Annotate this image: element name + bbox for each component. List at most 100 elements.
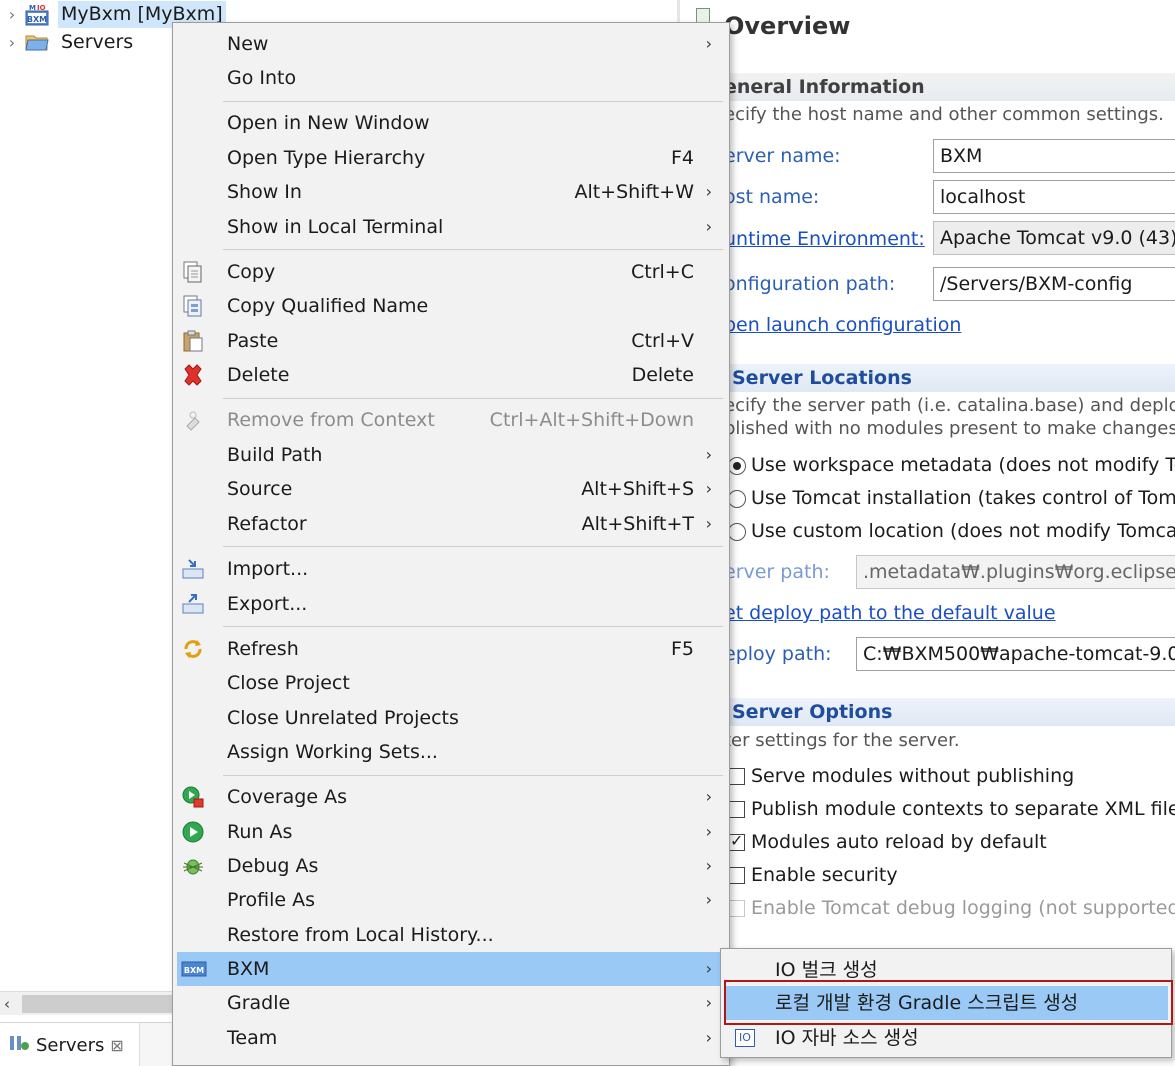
- tab-servers[interactable]: Servers ⊠: [0, 1023, 140, 1066]
- menu-item-delete[interactable]: Delete Delete: [177, 358, 726, 392]
- menu-item-label: Close Unrelated Projects: [227, 707, 459, 729]
- runtime-environment-link[interactable]: untime Environment:: [724, 228, 925, 250]
- menu-item-label: IO 자바 소스 생성: [775, 1027, 919, 1049]
- copy-qualified-name-icon: [181, 294, 205, 318]
- menu-item-open-type-hierarchy[interactable]: Open Type Hierarchy F4: [177, 141, 726, 175]
- menu-item-label: Profile As: [227, 889, 316, 911]
- section-server-locations-heading[interactable]: Server Locations: [724, 364, 1175, 392]
- menu-accelerator: Alt+Shift+S: [581, 478, 694, 500]
- open-launch-configuration-link[interactable]: pen launch configuration: [724, 314, 961, 336]
- menu-item-import[interactable]: Import...: [177, 552, 726, 586]
- menu-item-profile-as[interactable]: Profile As ›: [177, 883, 726, 917]
- section-general-description: ecify the host name and other common set…: [724, 104, 1164, 125]
- run-icon: [181, 820, 205, 844]
- menu-item-label: Coverage As: [227, 786, 347, 808]
- menu-item-label: Refresh: [227, 638, 299, 660]
- menu-item-label: Copy Qualified Name: [227, 295, 429, 317]
- menu-item-coverage-as[interactable]: Coverage As ›: [177, 780, 726, 814]
- runtime-environment-select[interactable]: Apache Tomcat v9.0 (43): [933, 221, 1175, 255]
- menu-item-label: Gradle: [227, 992, 291, 1014]
- radio-custom-location[interactable]: Use custom location (does not modify Tom…: [728, 520, 1175, 542]
- deploy-path-label: eploy path:: [724, 643, 832, 665]
- menu-item-copy-qualified-name[interactable]: Copy Qualified Name: [177, 289, 726, 323]
- radio-button[interactable]: [728, 522, 746, 541]
- io-icon: IO: [735, 1029, 755, 1047]
- menu-item-refactor[interactable]: Refactor Alt+Shift+T ›: [177, 507, 726, 541]
- host-name-label: ost name:: [724, 186, 820, 208]
- submenu-arrow-icon: ›: [705, 890, 712, 909]
- menu-item-refresh[interactable]: Refresh F5: [177, 632, 726, 666]
- checkbox[interactable]: [728, 801, 745, 818]
- menu-item-bxm[interactable]: BXM BXM ›: [177, 952, 726, 986]
- radio-tomcat-installation[interactable]: Use Tomcat installation (takes control o…: [728, 487, 1175, 509]
- menu-item-source[interactable]: Source Alt+Shift+S ›: [177, 472, 726, 506]
- set-deploy-path-default-link[interactable]: et deploy path to the default value: [724, 602, 1056, 624]
- checkbox-auto-reload[interactable]: Modules auto reload by default: [728, 831, 1047, 853]
- scrollbar-thumb[interactable]: [22, 995, 172, 1013]
- radio-button[interactable]: [728, 456, 746, 475]
- menu-item-label: Open Type Hierarchy: [227, 147, 426, 169]
- radio-workspace-metadata[interactable]: Use workspace metadata (does not modify …: [728, 454, 1175, 476]
- section-server-options-heading[interactable]: Server Options: [724, 698, 1175, 726]
- checkbox[interactable]: [728, 831, 745, 851]
- host-name-field[interactable]: localhost: [933, 180, 1175, 214]
- menu-item-team[interactable]: Team ›: [177, 1021, 726, 1055]
- close-tab-icon[interactable]: ⊠: [110, 1036, 123, 1055]
- menu-item-close-project[interactable]: Close Project: [177, 666, 726, 700]
- scroll-left-icon[interactable]: ‹: [4, 992, 10, 1016]
- context-menu: New › Go Into Open in New Window Open Typ…: [172, 22, 730, 1066]
- menu-item-gradle[interactable]: Gradle ›: [177, 986, 726, 1020]
- menu-item-go-into[interactable]: Go Into: [177, 61, 726, 95]
- deploy-path-field[interactable]: C:₩BXM500₩apache-tomcat-9.0.36₩: [856, 637, 1175, 671]
- expand-arrow-icon[interactable]: ›: [0, 33, 24, 52]
- checkbox[interactable]: [728, 768, 745, 785]
- bxm-project-icon: BXM M IO: [24, 3, 50, 26]
- tree-item-label[interactable]: Servers: [58, 29, 136, 56]
- import-icon: [181, 557, 205, 581]
- menu-item-paste[interactable]: Paste Ctrl+V: [177, 324, 726, 358]
- servers-view-icon: [8, 1033, 30, 1058]
- menu-item-show-local-terminal[interactable]: Show in Local Terminal ›: [177, 210, 726, 244]
- horizontal-scrollbar[interactable]: ‹: [0, 991, 172, 1015]
- page-title: Overview: [724, 12, 851, 40]
- checkbox[interactable]: [728, 867, 745, 884]
- menu-item-label: Assign Working Sets...: [227, 741, 438, 763]
- tree-item-servers[interactable]: › Servers: [0, 28, 136, 56]
- configuration-path-field[interactable]: /Servers/BXM-config: [933, 267, 1175, 301]
- menu-accelerator: F5: [670, 638, 694, 660]
- radio-button[interactable]: [728, 489, 746, 508]
- expand-arrow-icon[interactable]: ›: [0, 5, 24, 24]
- checkbox-separate-xml[interactable]: Publish module contexts to separate XML …: [728, 798, 1175, 820]
- submenu-arrow-icon: ›: [705, 787, 712, 806]
- menu-item-show-in[interactable]: Show In Alt+Shift+W ›: [177, 175, 726, 209]
- menu-item-copy[interactable]: Copy Ctrl+C: [177, 255, 726, 289]
- menu-item-label: Restore from Local History...: [227, 924, 494, 946]
- section-general-heading[interactable]: eneral Information: [724, 73, 1175, 101]
- menu-item-open-new-window[interactable]: Open in New Window: [177, 106, 726, 140]
- coverage-icon: [181, 785, 205, 809]
- menu-item-new[interactable]: New ›: [177, 27, 726, 61]
- menu-item-close-unrelated-projects[interactable]: Close Unrelated Projects: [177, 701, 726, 735]
- copy-icon: [181, 260, 205, 284]
- svg-text:IO: IO: [37, 4, 46, 12]
- checkbox-debug-logging: Enable Tomcat debug logging (not support…: [728, 897, 1175, 919]
- menu-item-build-path[interactable]: Build Path ›: [177, 438, 726, 472]
- menu-item-label: Show In: [227, 181, 302, 203]
- menu-item-label: Copy: [227, 261, 276, 283]
- menu-item-run-as[interactable]: Run As ›: [177, 815, 726, 849]
- menu-item-assign-working-sets[interactable]: Assign Working Sets...: [177, 735, 726, 769]
- menu-item-export[interactable]: Export...: [177, 587, 726, 621]
- checkbox-enable-security[interactable]: Enable security: [728, 864, 898, 886]
- checkbox-serve-without-publishing[interactable]: Serve modules without publishing: [728, 765, 1074, 787]
- submenu-arrow-icon: ›: [705, 479, 712, 498]
- server-name-field[interactable]: BXM: [933, 139, 1175, 173]
- menu-item-restore-local-history[interactable]: Restore from Local History...: [177, 918, 726, 952]
- menu-separator: [223, 101, 723, 102]
- server-path-label: erver path:: [724, 561, 830, 583]
- submenu-item-io-java-source-create[interactable]: IO IO 자바 소스 생성: [725, 1021, 1168, 1055]
- server-path-field: .metadata₩.plugins₩org.eclipse.wst.se: [856, 555, 1175, 589]
- menu-item-debug-as[interactable]: Debug As ›: [177, 849, 726, 883]
- servers-view-bar: Servers ⊠: [0, 1022, 172, 1066]
- submenu-arrow-icon: ›: [705, 514, 712, 533]
- submenu-arrow-icon: ›: [705, 1028, 712, 1047]
